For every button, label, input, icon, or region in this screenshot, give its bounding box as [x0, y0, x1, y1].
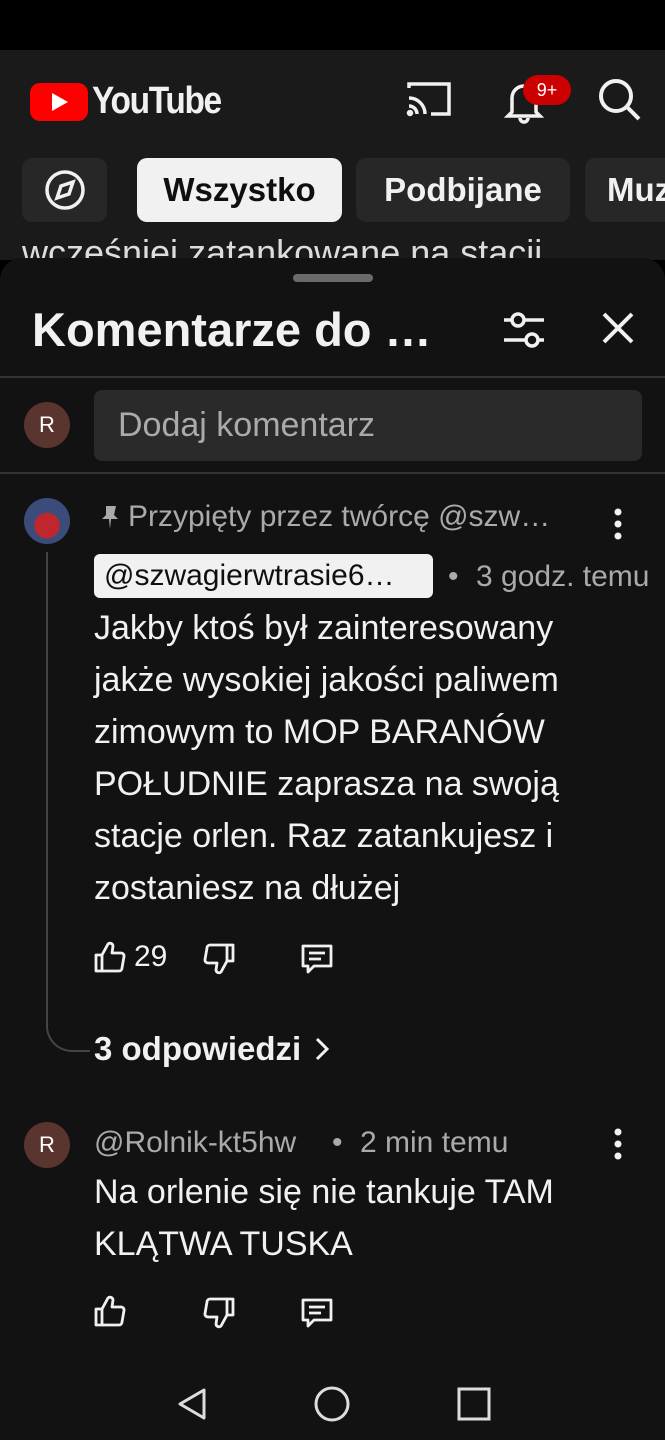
pin-icon [102, 506, 118, 529]
comment-text: Jakby ktoś był zainteresowany jakże wyso… [94, 609, 559, 907]
more-options-icon[interactable] [610, 506, 626, 542]
video-title-peek: wcześniej zatankowane na stacji [22, 232, 543, 260]
comment-time: 2 min temu [360, 1126, 509, 1159]
sheet-title: Komentarze do … [32, 303, 432, 356]
reply-icon [301, 944, 333, 974]
chip-wszystko[interactable]: Wszystko [137, 158, 342, 222]
comment-author[interactable]: @Rolnik-kt5hw [94, 1126, 296, 1160]
system-nav-bar [0, 1362, 665, 1440]
like-button[interactable] [92, 1294, 126, 1328]
recents-icon[interactable] [454, 1384, 494, 1424]
drag-handle[interactable] [293, 274, 373, 282]
divider [0, 472, 665, 474]
commenter-avatar[interactable]: R [24, 1122, 70, 1168]
back-icon[interactable] [172, 1384, 212, 1424]
close-icon[interactable] [598, 308, 638, 348]
dislike-button[interactable] [203, 1296, 237, 1330]
reply-button[interactable] [300, 942, 334, 976]
notification-badge: 9+ [523, 75, 571, 105]
search-icon[interactable] [596, 76, 642, 122]
chevron-right-icon [316, 1037, 330, 1061]
like-button[interactable]: 29 [92, 940, 167, 974]
cast-icon[interactable] [405, 78, 453, 118]
home-icon[interactable] [312, 1384, 352, 1424]
chip-podbijane[interactable]: Podbijane [356, 158, 570, 222]
add-comment-input[interactable]: Dodaj komentarz [94, 390, 642, 461]
pinned-label-text: Przypięty przez twórcę @szw… [128, 500, 551, 533]
reply-button[interactable] [300, 1296, 334, 1330]
dislike-button[interactable] [203, 942, 237, 976]
comments-sheet: Komentarze do … R Dodaj komentarz Przypi… [0, 258, 665, 1440]
thumbs-up-icon [94, 1295, 126, 1327]
thumbs-down-icon [203, 1297, 235, 1329]
compass-icon [44, 170, 85, 210]
filter-chips: Wszystko Podbijane Muz [0, 158, 665, 222]
logo-text: YouTube [92, 80, 222, 122]
meta-separator: • [448, 560, 459, 593]
creator-avatar[interactable] [24, 498, 70, 544]
youtube-logo[interactable]: YouTube [30, 80, 238, 123]
comment-time: 3 godz. temu [476, 560, 650, 593]
like-count: 29 [134, 940, 168, 973]
pinned-label: Przypięty przez twórcę @szw… [96, 500, 616, 534]
sort-filter-icon[interactable] [500, 308, 548, 352]
avatar[interactable]: R [24, 402, 70, 448]
comment-text: Na orlenie się nie tankuje TAM KLĄTWA TU… [94, 1173, 554, 1263]
more-options-icon[interactable] [610, 1126, 626, 1162]
explore-chip[interactable] [22, 158, 107, 222]
view-replies-button[interactable]: 3 odpowiedzi [94, 1030, 333, 1068]
divider [0, 376, 665, 378]
thumbs-up-icon [94, 941, 126, 973]
comment-author-chip[interactable]: @szwagierwtrasie6… [94, 554, 433, 598]
chip-muzyka[interactable]: Muz [585, 158, 665, 222]
youtube-play-icon [30, 82, 88, 121]
status-bar [0, 0, 665, 50]
meta-separator: • [332, 1126, 343, 1159]
replies-label: 3 odpowiedzi [94, 1030, 302, 1067]
reply-icon [301, 1298, 333, 1328]
reply-thread-line [46, 552, 90, 1052]
thumbs-down-icon [203, 943, 235, 975]
